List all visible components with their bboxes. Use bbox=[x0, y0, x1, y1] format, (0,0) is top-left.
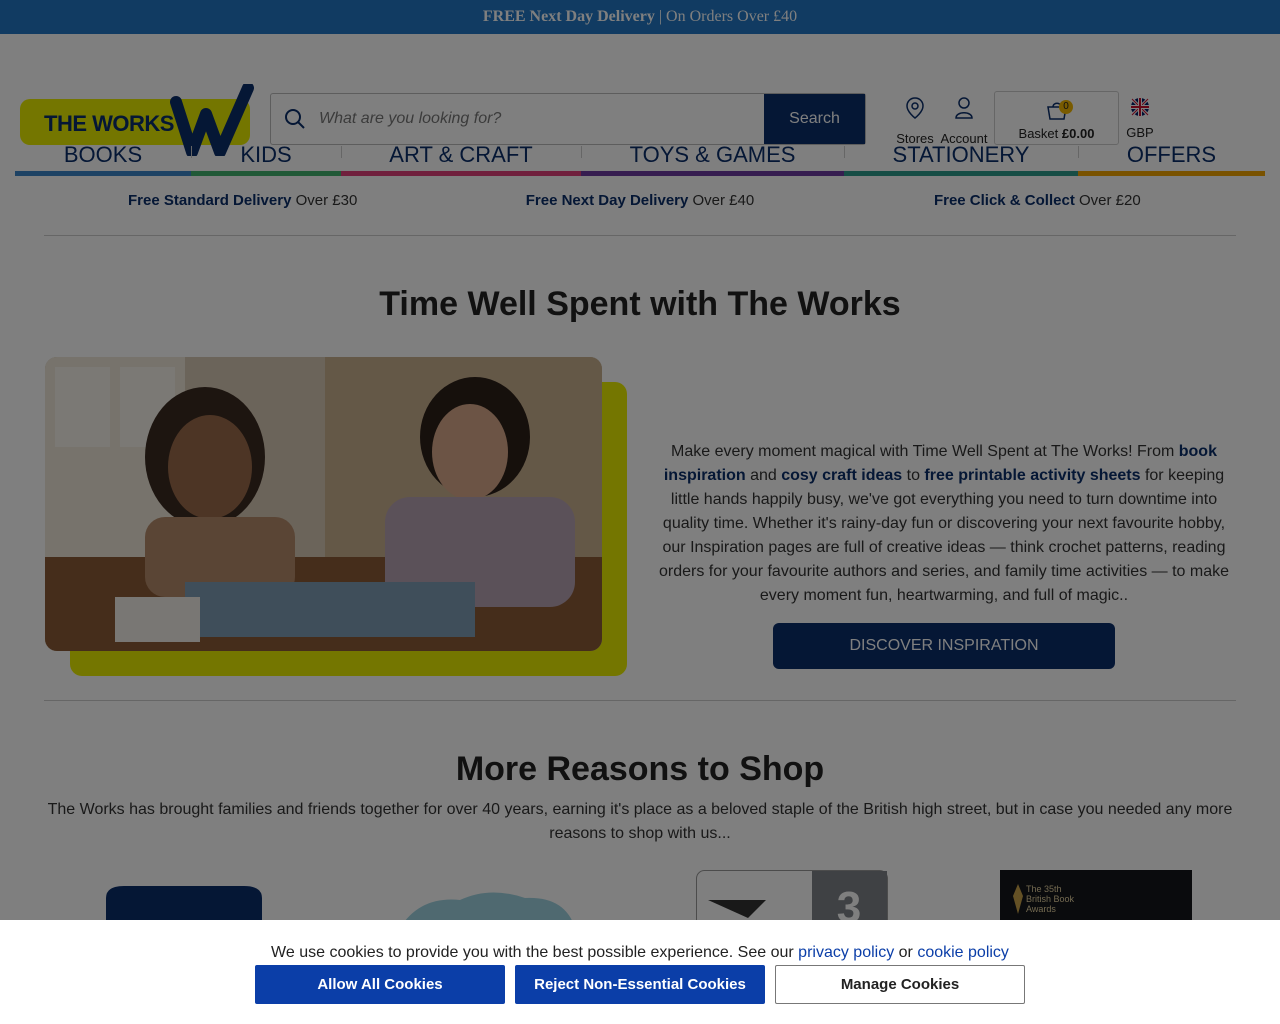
cookie-policy-link[interactable]: cookie policy bbox=[917, 944, 1009, 961]
modal-overlay[interactable] bbox=[0, 0, 1280, 920]
allow-all-cookies-button[interactable]: Allow All Cookies bbox=[255, 965, 505, 1004]
privacy-policy-link[interactable]: privacy policy bbox=[798, 944, 894, 961]
manage-cookies-button[interactable]: Manage Cookies bbox=[775, 965, 1025, 1004]
cookie-banner: We use cookies to provide you with the b… bbox=[0, 920, 1280, 1024]
cookie-or-text: or bbox=[894, 944, 918, 961]
cookie-message: We use cookies to provide you with the b… bbox=[0, 944, 1280, 962]
reject-cookies-button[interactable]: Reject Non-Essential Cookies bbox=[515, 965, 765, 1004]
cookie-text: We use cookies to provide you with the b… bbox=[271, 944, 799, 961]
